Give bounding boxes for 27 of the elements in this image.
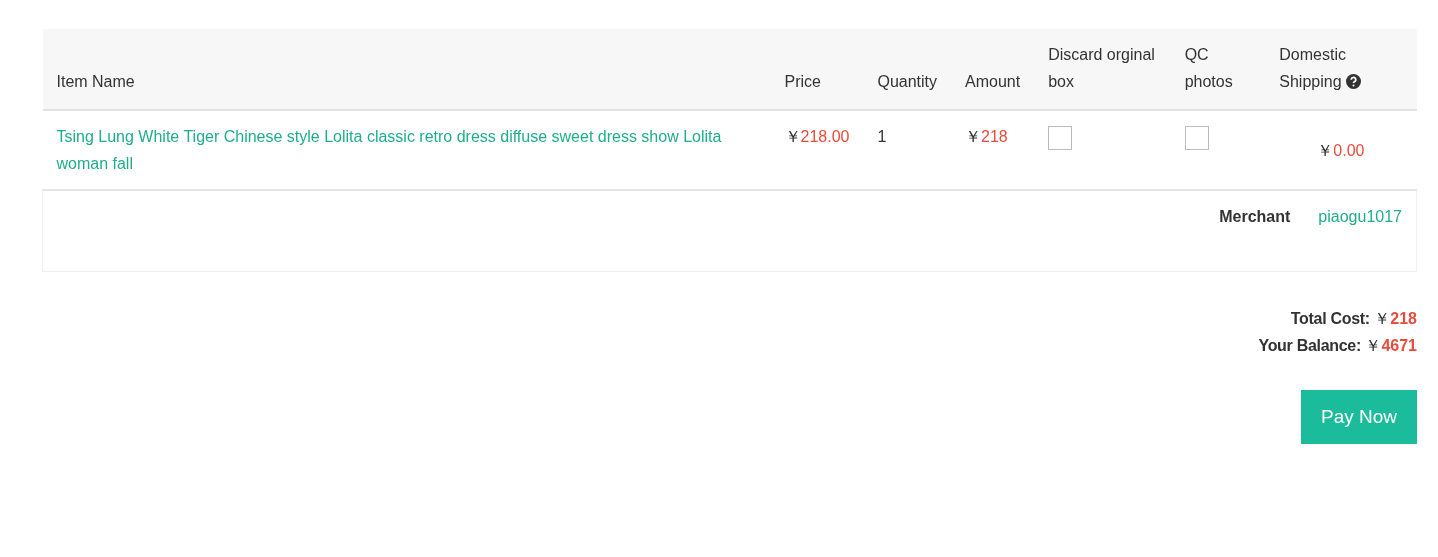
merchant-link[interactable]: piaogu1017 [1318,208,1402,225]
price-value: 218.00 [800,128,850,145]
currency-sign: ￥ [784,128,801,145]
currency-sign: ￥ [965,128,982,145]
help-icon[interactable] [1346,74,1362,89]
price-value: 218 [981,128,1008,145]
column-header: QC photos [1170,29,1266,110]
summary-value: 4671 [1381,337,1417,354]
currency-sign: ￥ [1317,141,1334,159]
currency-sign: ￥ [1374,310,1391,327]
merchant-label: Merchant [1219,208,1291,225]
column-header: Amount [951,29,1035,110]
column-header: Domestic Shipping [1265,29,1417,110]
column-header: Item Name [42,29,771,110]
column-header: Quantity [863,29,952,110]
currency-sign: ￥ [1365,337,1382,354]
discard-box-checkbox[interactable] [1048,126,1073,150]
price-value: 0.00 [1333,141,1365,159]
column-header: Discard orginal box [1034,29,1171,110]
quantity: 1 [877,128,887,145]
summary-label: Your Balance: [1258,337,1361,354]
pay-now-button[interactable]: Pay Now [1300,390,1417,444]
column-header: Price [770,29,864,110]
summary-label: Total Cost: [1290,310,1370,327]
qc-photos-checkbox[interactable] [1184,126,1209,150]
item-link[interactable]: Tsing Lung White Tiger Chinese style Lolita classic retro dress diffuse sweet dress show Lolita woman fall [56,123,757,177]
summary-value: 218 [1390,310,1417,327]
